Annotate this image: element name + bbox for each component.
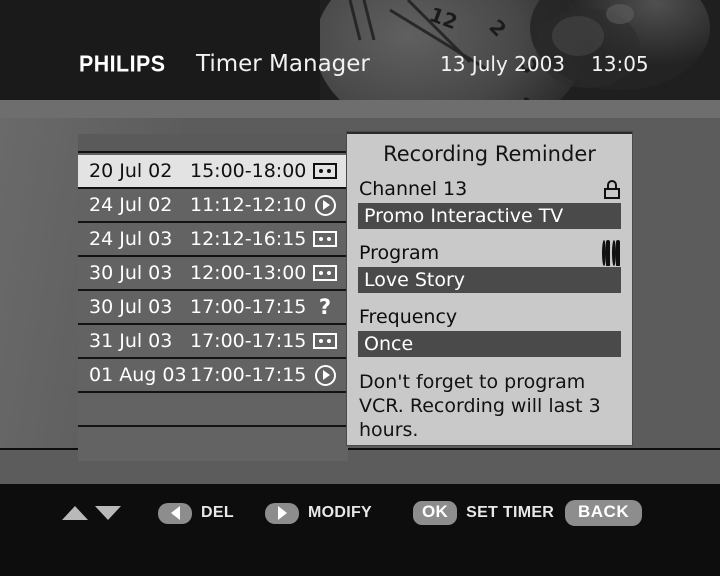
table-row[interactable]: 24 Jul 02 11:12-12:10: [78, 189, 348, 223]
row-type-icon: [312, 330, 338, 352]
row-time: 12:00-13:00: [190, 262, 307, 284]
row-date: 01 Aug 03: [89, 364, 187, 386]
table-row[interactable]: 30 Jul 03 12:00-13:00: [78, 257, 348, 291]
row-time: 17:00-17:15: [190, 330, 307, 352]
philips-logo: PHILIPS: [79, 50, 166, 77]
program-label-row: Program: [347, 238, 632, 267]
row-type-icon: [312, 364, 338, 386]
page-title: Timer Manager: [196, 51, 370, 77]
row-date: 30 Jul 03: [89, 296, 173, 318]
header-date: 13 July 2003: [440, 52, 566, 76]
table-row[interactable]: 24 Jul 03 12:12-16:15: [78, 223, 348, 257]
row-date: 24 Jul 02: [89, 194, 173, 216]
panel-note: Don't forget to program VCR. Recording w…: [359, 371, 601, 441]
row-type-icon: [312, 194, 338, 216]
channel-value[interactable]: Promo Interactive TV: [358, 203, 621, 229]
nav-updown-control[interactable]: [62, 506, 121, 520]
list-header-strip: [78, 134, 348, 153]
frequency-value[interactable]: Once: [358, 331, 621, 357]
row-date: 20 Jul 02: [89, 160, 173, 182]
clock-background-image: 12 2 3 4: [320, 0, 720, 100]
table-row[interactable]: 20 Jul 02 15:00-18:00: [78, 155, 348, 189]
back-button[interactable]: BACK: [565, 500, 643, 526]
tv-osd-screen: 12 2 3 4 PHILIPS Timer Manager 13 July 2…: [0, 0, 720, 576]
empty-row[interactable]: [78, 427, 348, 461]
row-time: 17:00-17:15: [190, 364, 307, 386]
program-label: Program: [359, 242, 440, 264]
table-row[interactable]: 31 Jul 03 17:00-17:15: [78, 325, 348, 359]
channel-label: Channel 13: [359, 178, 468, 200]
row-date: 24 Jul 03: [89, 228, 173, 250]
set-timer-button[interactable]: OK SET TIMER: [413, 501, 554, 525]
header-time: 13:05: [591, 52, 649, 76]
row-type-icon: [312, 262, 338, 284]
back-label[interactable]: BACK: [565, 500, 643, 526]
arrow-right-icon[interactable]: [265, 502, 299, 524]
frequency-label-row: Frequency: [347, 302, 632, 331]
arrow-down-icon[interactable]: [95, 506, 121, 520]
row-type-icon: [312, 160, 338, 182]
cassette-icon: [313, 333, 337, 349]
cassette-icon: [313, 231, 337, 247]
header-bar: 12 2 3 4 PHILIPS Timer Manager 13 July 2…: [0, 0, 720, 100]
recording-reminder-panel: Recording Reminder Channel 13 Promo Inte…: [347, 132, 632, 445]
row-type-icon: ?: [312, 296, 338, 318]
lock-icon: [604, 179, 620, 199]
arrow-up-icon[interactable]: [62, 506, 88, 520]
ok-key-badge[interactable]: OK: [413, 501, 458, 525]
frequency-label: Frequency: [359, 306, 458, 328]
row-date: 31 Jul 03: [89, 330, 173, 352]
modify-label: MODIFY: [308, 504, 373, 521]
row-time: 11:12-12:10: [190, 194, 307, 216]
set-timer-label: SET TIMER: [466, 504, 555, 521]
cassette-icon: [313, 163, 337, 179]
channel-label-row: Channel 13: [347, 174, 632, 203]
program-value[interactable]: Love Story: [358, 267, 621, 293]
arrow-left-icon[interactable]: [158, 502, 192, 524]
row-time: 17:00-17:15: [190, 296, 307, 318]
table-row[interactable]: 30 Jul 03 17:00-17:15?: [78, 291, 348, 325]
del-button[interactable]: DEL: [158, 502, 234, 524]
header-divider-band: [0, 100, 720, 118]
timer-list[interactable]: 20 Jul 02 15:00-18:00 24 Jul 02 11:12-12:10…: [78, 134, 348, 461]
row-time: 12:12-16:15: [190, 228, 307, 250]
play-circle-icon: [314, 364, 336, 386]
panel-title: Recording Reminder: [383, 142, 596, 166]
question-mark-icon: ?: [318, 294, 332, 319]
empty-row[interactable]: [78, 393, 348, 427]
row-time: 15:00-18:00: [190, 160, 307, 182]
table-row[interactable]: 01 Aug 03 17:00-17:15: [78, 359, 348, 393]
two-pawns-icon: [602, 240, 620, 266]
cassette-icon: [313, 265, 337, 281]
play-circle-icon: [314, 194, 336, 216]
row-date: 30 Jul 03: [89, 262, 173, 284]
timer-rows: 20 Jul 02 15:00-18:00 24 Jul 02 11:12-12:10…: [78, 155, 348, 461]
modify-button[interactable]: MODIFY: [265, 502, 373, 524]
row-type-icon: [312, 228, 338, 250]
del-label: DEL: [201, 504, 234, 521]
bottom-toolbar: DEL MODIFY OK SET TIMER BACK: [0, 484, 720, 576]
